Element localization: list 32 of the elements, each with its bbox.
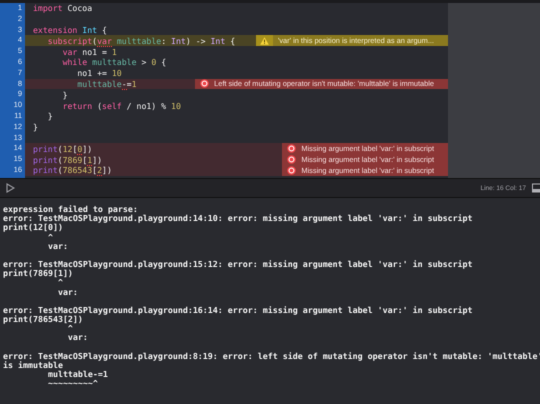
error-icon <box>200 79 210 88</box>
console-line: print(7869[1]) <box>3 269 73 278</box>
panel-icon[interactable] <box>532 183 540 193</box>
console-line: var: <box>56 288 79 297</box>
code-line: return (self / no1) % 10 <box>62 100 181 111</box>
console-line: multtable-=1 <box>46 370 109 380</box>
code-line: } <box>62 90 68 100</box>
console-line: expression failed to parse: <box>3 205 139 214</box>
play-icon[interactable] <box>6 183 15 193</box>
console-line: is immutable <box>3 360 63 370</box>
console-line: ^ <box>58 278 63 288</box>
code-line: } <box>46 111 53 122</box>
code-line: import Cocoa <box>32 3 92 14</box>
console-line: print(786543[2]) <box>3 315 83 324</box>
code-line: extension Int { <box>32 24 107 35</box>
console-line: error: TestMacOSPlayground.playground:16:14: error: missing argument label 'var:' in subscript <box>3 306 474 315</box>
warning-icon <box>260 36 269 45</box>
console-line: error: TestMacOSPlayground.playground:15:12: error: missing argument label 'var:' in subscript <box>3 260 474 270</box>
console-line: ~~~~~~~~~^ <box>46 379 99 388</box>
code-line: } <box>32 122 38 132</box>
code-line: multtable-=1 <box>76 78 137 89</box>
console-line: error: TestMacOSPlayground.playground:14:10: error: missing argument label 'var:' in subscript <box>3 214 474 224</box>
console-line: ^ <box>68 324 73 334</box>
code-line: no1 += 10 <box>76 68 122 78</box>
console-line: var: <box>66 333 89 343</box>
code-line: var no1 = 1 <box>62 46 117 57</box>
console-line: ^ <box>48 232 53 242</box>
code-line: subscript(var multtable: Int) -> Int { <box>46 36 236 46</box>
console-line: var: <box>46 242 69 252</box>
code-line: while multtable > 0 { <box>62 57 166 68</box>
console-line: print(12[0]) <box>3 223 63 233</box>
code-line: print(786543[2]) <box>32 165 112 176</box>
